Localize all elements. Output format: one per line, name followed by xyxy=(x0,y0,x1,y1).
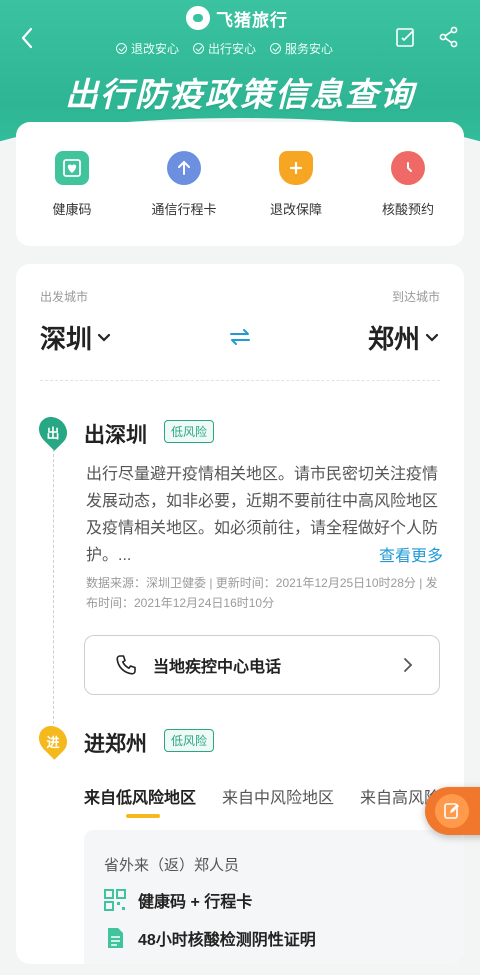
phone-icon xyxy=(116,655,136,675)
from-city-label: 出发城市 xyxy=(40,290,89,304)
departure-marker-text: 出 xyxy=(46,426,60,441)
departure-title: 出深圳 xyxy=(84,424,147,447)
share-icon[interactable] xyxy=(438,26,460,48)
requirement-text: 48小时核酸检测阴性证明 xyxy=(138,932,316,949)
guarantee-item: 退改安心 xyxy=(116,40,179,57)
brand-logo-icon xyxy=(186,6,210,30)
requirements-box: 省外来（返）郑人员 健康码 + 行程卡 48小时核酸检测阴性证明 xyxy=(84,830,464,964)
swap-cities-icon[interactable] xyxy=(228,326,252,348)
policy-card: 出发城市 到达城市 深圳 郑州 出 出深圳 低风险 出行尽量避开疫情相关地区。请… xyxy=(16,264,464,964)
service-health-code[interactable]: 健康码 xyxy=(22,150,122,218)
check-circle-icon xyxy=(193,43,205,54)
service-nucleic-booking[interactable]: 核酸预约 xyxy=(358,150,458,218)
arrival-title: 进郑州 xyxy=(84,733,147,756)
divider xyxy=(40,380,440,381)
clock-icon xyxy=(391,150,425,185)
chevron-down-icon xyxy=(97,333,111,342)
cdc-phone-button[interactable]: 当地疾控中心电话 xyxy=(84,635,440,695)
timeline-line xyxy=(53,444,54,724)
page-title: 出行防疫政策信息查询 xyxy=(65,76,415,113)
guarantee-list: 退改安心 出行安心 服务安心 xyxy=(116,40,333,57)
requirement-item: 健康码 + 行程卡 xyxy=(104,888,252,912)
from-city-select[interactable]: 深圳 xyxy=(40,319,112,356)
service-refund-protection[interactable]: 退改保障 xyxy=(246,150,346,218)
check-circle-icon xyxy=(270,43,282,54)
data-source-info: 数据来源：深圳卫健委 | 更新时间：2021年12月25日10时28分 | 发布… xyxy=(86,576,438,610)
requirement-item: 48小时核酸检测阴性证明 xyxy=(104,926,316,950)
service-label: 通信行程卡 xyxy=(151,201,217,217)
tab-low-risk[interactable]: 来自低风险地区 xyxy=(84,784,196,808)
requirement-text: 健康码 + 行程卡 xyxy=(138,894,253,911)
chevron-right-icon xyxy=(404,658,413,672)
arrow-up-icon xyxy=(167,150,201,185)
check-circle-icon xyxy=(116,43,127,54)
chevron-down-icon xyxy=(425,333,439,342)
document-icon xyxy=(108,928,123,948)
cdc-phone-label: 当地疾控中心电话 xyxy=(153,659,282,676)
services-card: 健康码 通信行程卡 退改保障 核酸预约 xyxy=(16,122,464,246)
qr-code-icon xyxy=(104,889,126,911)
requirements-title: 省外来（返）郑人员 xyxy=(104,857,240,874)
service-label: 核酸预约 xyxy=(381,201,434,217)
shield-icon xyxy=(279,150,313,185)
service-label: 健康码 xyxy=(52,201,92,217)
edit-note-icon xyxy=(444,803,459,819)
arrival-risk-badge: 低风险 xyxy=(164,729,215,752)
service-travel-card[interactable]: 通信行程卡 xyxy=(134,150,234,218)
health-code-icon xyxy=(55,150,89,185)
to-city-select[interactable]: 郑州 xyxy=(368,319,440,356)
arrival-marker-text: 进 xyxy=(46,735,60,750)
see-more-link[interactable]: 查看更多 xyxy=(373,542,444,566)
floating-feedback-button[interactable] xyxy=(425,787,480,835)
brand: 飞猪旅行 xyxy=(186,5,288,31)
risk-area-tabs: 来自低风险地区 来自中风险地区 来自高风险地区 xyxy=(84,784,464,808)
tab-medium-risk[interactable]: 来自中风险地区 xyxy=(222,784,334,808)
service-label: 退改保障 xyxy=(269,201,322,217)
feedback-edit-icon[interactable] xyxy=(395,26,417,48)
guarantee-item: 服务安心 xyxy=(270,40,333,57)
to-city-label: 到达城市 xyxy=(391,290,440,304)
active-tab-indicator xyxy=(126,814,160,818)
departure-risk-badge: 低风险 xyxy=(164,420,215,443)
guarantee-item: 出行安心 xyxy=(193,40,256,57)
back-arrow-icon[interactable] xyxy=(16,26,40,50)
brand-name: 飞猪旅行 xyxy=(216,10,288,30)
